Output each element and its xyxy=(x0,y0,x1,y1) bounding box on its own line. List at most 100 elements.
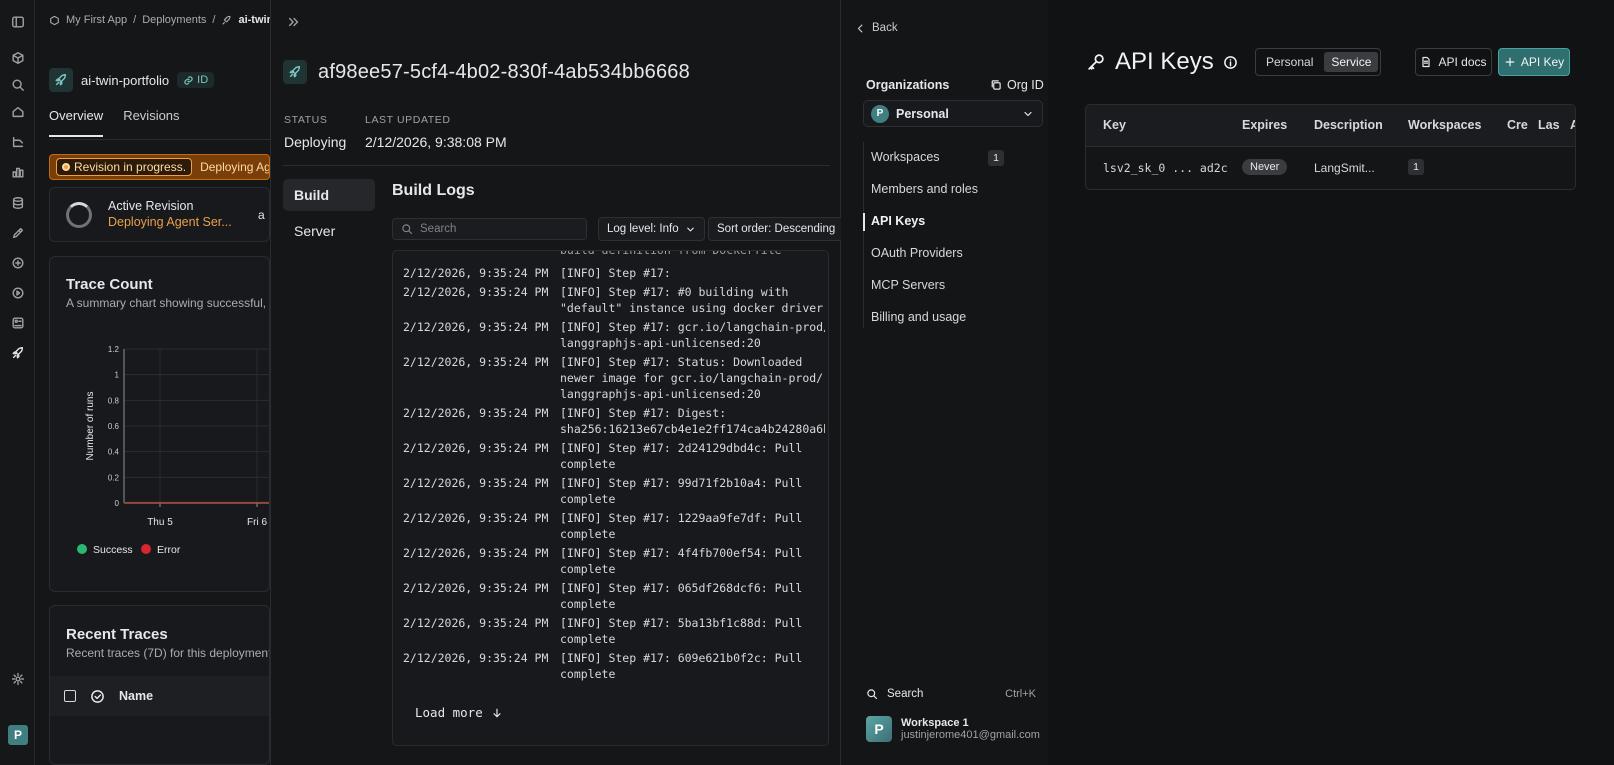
log-entry: 2/12/2026, 9:35:24 PM [INFO] Step #17: 2d… xyxy=(403,440,825,472)
workspace-avatar: P xyxy=(866,716,892,742)
nav-oauth-providers[interactable]: OAuth Providers xyxy=(871,246,963,260)
trace-count-subtitle: A summary chart showing successful, erro… xyxy=(66,296,269,310)
y-tick-label: 0.4 xyxy=(108,448,120,457)
legend-swatch-error xyxy=(141,544,151,554)
chevron-down-icon xyxy=(686,227,694,231)
log-message: [INFO] Step #17: 99d71f2b10a4: Pull comp… xyxy=(560,476,803,506)
user-avatar[interactable]: P xyxy=(8,725,28,745)
annotation-icon[interactable] xyxy=(8,223,28,243)
org-id-button[interactable]: Org ID xyxy=(990,78,1044,92)
active-revision-extra: a xyxy=(258,208,265,222)
row-key[interactable]: lsv2_sk_0 ... ad2c xyxy=(1103,161,1228,175)
breadcrumb-deployments[interactable]: Deployments xyxy=(142,14,206,26)
col-description[interactable]: Description xyxy=(1314,118,1383,132)
expires-badge: Never xyxy=(1242,159,1288,175)
nav-api-keys[interactable]: API Keys xyxy=(871,214,925,228)
active-revision-status: Deploying Agent Ser... xyxy=(108,215,232,229)
monitoring-icon[interactable] xyxy=(8,162,28,182)
banner-text: Deploying Agent Server xyxy=(200,160,270,174)
traces-table-header: Name xyxy=(50,676,269,716)
link-icon xyxy=(184,75,193,85)
prompts-icon[interactable] xyxy=(8,283,28,303)
rocket-icon xyxy=(283,60,307,84)
recent-traces-subtitle: Recent traces (7D) for this deployment xyxy=(66,646,270,660)
y-tick-label: 1.2 xyxy=(108,345,120,354)
breadcrumb-current[interactable]: ai-twin xyxy=(238,14,273,26)
organization-select[interactable]: P Personal xyxy=(863,100,1043,127)
build-log-viewer[interactable]: build definition from Dockerfile Load mo… xyxy=(392,250,829,746)
log-message: [INFO] Step #17: 1229aa9fe7df: Pull comp… xyxy=(560,511,803,541)
nav-billing-usage[interactable]: Billing and usage xyxy=(871,310,966,324)
breadcrumb-app[interactable]: My First App xyxy=(66,14,127,26)
log-entry: 2/12/2026, 9:35:24 PM [INFO] Step #17: 60… xyxy=(403,650,825,682)
organizations-label: Organizations xyxy=(866,78,950,92)
home-icon[interactable] xyxy=(8,102,28,122)
sidebar-toggle-icon[interactable] xyxy=(8,12,28,32)
load-more-button[interactable]: Load more xyxy=(415,705,503,721)
legend-swatch-success xyxy=(77,544,87,554)
workspace-name: Workspace 1 xyxy=(901,717,969,729)
col-workspaces[interactable]: Workspaces xyxy=(1408,118,1481,132)
tab-overview[interactable]: Overview xyxy=(49,108,104,137)
api-docs-button[interactable]: API docs xyxy=(1415,48,1492,76)
y-tick-label: 0 xyxy=(115,499,120,508)
key-icon xyxy=(1088,54,1104,70)
select-all-checkbox[interactable] xyxy=(64,690,76,702)
nav-mcp-servers[interactable]: MCP Servers xyxy=(871,278,945,292)
col-key[interactable]: Key xyxy=(1103,118,1126,132)
log-timestamp: 2/12/2026, 9:35:24 PM xyxy=(403,546,549,560)
tab-revisions[interactable]: Revisions xyxy=(123,108,179,137)
experiments-icon[interactable] xyxy=(8,313,28,333)
nav-members-roles[interactable]: Members and roles xyxy=(871,182,978,196)
log-partial-line: build definition from Dockerfile xyxy=(560,250,782,257)
log-timestamp: 2/12/2026, 9:35:24 PM xyxy=(403,355,549,369)
log-timestamp: 2/12/2026, 9:35:24 PM xyxy=(403,476,549,490)
loading-spinner-icon xyxy=(66,202,92,228)
breadcrumb: My First App / Deployments / ai-twin xyxy=(49,14,273,26)
tab-build[interactable]: Build xyxy=(283,179,375,211)
toggle-personal[interactable]: Personal xyxy=(1259,52,1320,72)
log-entry: 2/12/2026, 9:35:24 PM [INFO] Step #17: #0… xyxy=(403,284,825,316)
log-timestamp: 2/12/2026, 9:35:24 PM xyxy=(403,511,549,525)
recent-traces-title: Recent Traces xyxy=(66,626,168,643)
log-search-input[interactable]: Search xyxy=(392,218,587,240)
sort-order-select[interactable]: Sort order: Descending xyxy=(708,217,862,241)
search-icon xyxy=(867,689,878,700)
log-level-select[interactable]: Log level: Info xyxy=(598,217,705,241)
tab-server[interactable]: Server xyxy=(283,215,375,247)
y-tick-label: 0.6 xyxy=(108,422,120,431)
nav-workspaces[interactable]: Workspaces xyxy=(871,150,940,164)
tracing-icon[interactable] xyxy=(8,132,28,152)
col-created[interactable]: Cre xyxy=(1507,118,1528,132)
col-expires[interactable]: Expires xyxy=(1242,118,1287,132)
expand-panel-icon[interactable] xyxy=(287,15,301,29)
search-icon[interactable] xyxy=(8,75,28,95)
info-icon[interactable] xyxy=(1223,55,1238,70)
id-chip[interactable]: ID xyxy=(177,72,215,88)
name-column-header[interactable]: Name xyxy=(119,689,153,703)
toggle-service[interactable]: Service xyxy=(1324,52,1379,72)
playground-icon[interactable] xyxy=(8,253,28,273)
col-last-used[interactable]: Las xyxy=(1538,118,1560,132)
settings-gear-icon[interactable] xyxy=(8,669,28,689)
log-message: [INFO] Step #17: xyxy=(560,266,671,280)
x-tick-label: Thu 5 xyxy=(147,517,173,528)
org-settings-nav: Back Organizations Org ID P Personal Wor… xyxy=(841,0,1048,765)
log-entry: 2/12/2026, 9:35:24 PM [INFO] Step #17: 5b… xyxy=(403,615,825,647)
add-api-key-button[interactable]: API Key xyxy=(1498,48,1570,76)
global-search-button[interactable]: Search Ctrl+K xyxy=(866,688,1036,700)
deployment-page: My First App / Deployments / ai-twin ai-… xyxy=(35,0,273,765)
deployments-icon[interactable] xyxy=(8,343,28,363)
deployment-tabs: Overview Revisions xyxy=(49,108,180,137)
col-actions[interactable]: Ac xyxy=(1570,118,1575,132)
datasets-icon[interactable] xyxy=(8,193,28,213)
arrow-down-icon xyxy=(493,708,501,718)
rocket-icon xyxy=(222,15,231,24)
projects-icon[interactable] xyxy=(8,48,28,68)
back-button[interactable]: Back xyxy=(855,22,898,34)
y-axis-label: Number of runs xyxy=(85,392,96,461)
chevron-down-icon xyxy=(1024,111,1032,117)
workspace-switcher[interactable]: P Workspace 1 justinjerome401@gmail.com xyxy=(866,716,1040,742)
active-revision-card[interactable]: Active Revision Deploying Agent Ser... a xyxy=(49,187,270,242)
y-tick-label: 0.2 xyxy=(108,473,120,482)
